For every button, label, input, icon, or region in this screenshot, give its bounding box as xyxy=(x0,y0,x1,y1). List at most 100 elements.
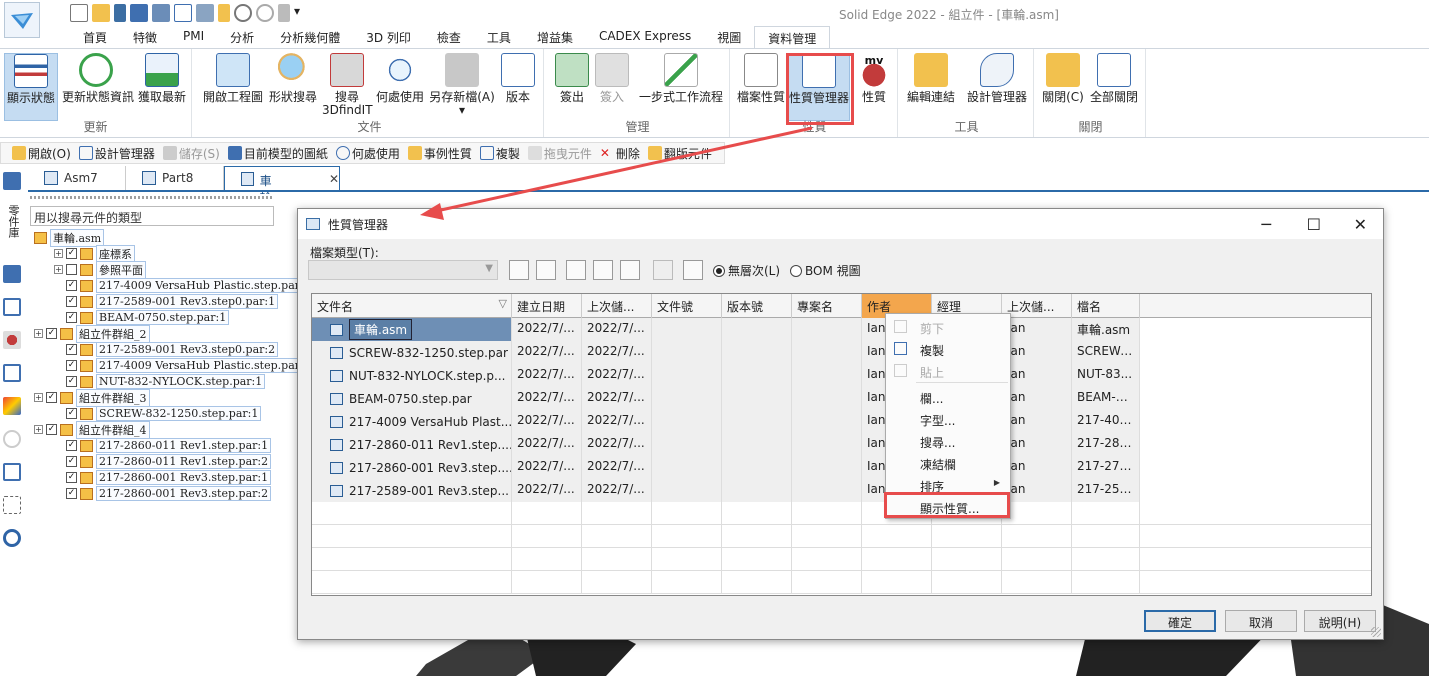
table-cell[interactable] xyxy=(722,364,792,387)
table-cell[interactable] xyxy=(652,364,722,387)
design-manager-command[interactable]: 設計管理器 xyxy=(76,145,158,162)
close-button[interactable]: 關閉(C) xyxy=(1040,53,1086,104)
tree-node[interactable]: + ✓ 組立件群組_2 xyxy=(34,324,150,343)
table-cell[interactable] xyxy=(652,433,722,456)
table-cell[interactable]: Ian xyxy=(1002,433,1072,456)
tab-3d-print[interactable]: 3D 列印 xyxy=(353,26,424,48)
save-tool-icon[interactable] xyxy=(509,260,529,280)
table-row[interactable]: 車輪.asm 2022/7/... 2022/7/... Ian Ian 車輪.asm xyxy=(312,318,1371,341)
column-header[interactable]: 文件號 xyxy=(652,294,722,318)
one-step-workflow-button[interactable]: 一步式工作流程 xyxy=(636,53,726,104)
table-cell[interactable] xyxy=(652,479,722,502)
tab-geometry-analysis[interactable]: 分析幾何體 xyxy=(267,26,353,48)
table-cell[interactable] xyxy=(722,410,792,433)
sensor-icon[interactable] xyxy=(3,331,21,349)
table-cell[interactable] xyxy=(652,318,722,341)
table-cell[interactable] xyxy=(792,410,862,433)
table-cell[interactable]: 車輪.asm xyxy=(312,318,512,341)
tree-node[interactable]: ✓ 217-4009 VersaHub Plastic.step.par xyxy=(54,278,304,293)
table-row[interactable]: NUT-832-NYLOCK.step.p... 2022/7/... 2022/7… xyxy=(312,364,1371,387)
customize-dropdown-icon[interactable]: ▾ xyxy=(294,4,304,22)
table-cell[interactable]: BEAM-0750.step.par xyxy=(312,387,512,410)
assembly-icon[interactable] xyxy=(3,265,21,283)
pathfinder-icon[interactable] xyxy=(3,172,21,190)
visibility-checkbox[interactable]: ✓ xyxy=(66,248,77,259)
visibility-checkbox[interactable]: ✓ xyxy=(46,424,57,435)
column-header[interactable]: 上次儲... xyxy=(1002,294,1072,318)
edit-tool-icon[interactable] xyxy=(683,260,703,280)
visibility-checkbox[interactable]: ✓ xyxy=(66,456,77,467)
3dfindit-button[interactable]: 搜尋 3DfindIT xyxy=(322,53,373,117)
visibility-checkbox[interactable]: ✓ xyxy=(66,280,77,291)
properties-icon[interactable] xyxy=(174,4,192,22)
repeat-icon[interactable] xyxy=(278,4,290,22)
table-cell[interactable]: 2022/7/... xyxy=(512,456,582,479)
tree-node[interactable]: ✓ 217-2860-001 Rev3.step.par:1 xyxy=(54,470,272,485)
layers-icon[interactable] xyxy=(3,364,21,382)
undo-tool-icon[interactable] xyxy=(653,260,673,280)
doc-tab-asm7[interactable]: Asm7 xyxy=(28,166,126,190)
open-folder-icon[interactable] xyxy=(92,4,110,22)
table-cell[interactable]: 2022/7/... xyxy=(512,364,582,387)
save-icon[interactable] xyxy=(130,4,148,22)
tree-node[interactable]: ✓ 217-2589-001 Rev3.step0.par:2 xyxy=(54,342,279,357)
table-cell[interactable] xyxy=(792,364,862,387)
tree-node[interactable]: ✓ BEAM-0750.step.par:1 xyxy=(54,310,230,325)
table-cell[interactable]: 2022/7/... xyxy=(512,410,582,433)
current-model-drawings-command[interactable]: 目前模型的圖紙 xyxy=(225,145,331,162)
camera-icon[interactable] xyxy=(3,463,21,481)
solid-edge-logo-icon[interactable] xyxy=(4,2,40,38)
column-header[interactable]: 建立日期 xyxy=(512,294,582,318)
tree-node[interactable]: ✓ 217-2860-011 Rev1.step.par:1 xyxy=(54,438,272,453)
help-icon[interactable] xyxy=(3,298,21,316)
tree-node[interactable]: ✓ 217-2860-001 Rev3.step.par:2 xyxy=(54,486,272,501)
table-cell[interactable] xyxy=(792,387,862,410)
tree-node[interactable]: + ✓ 組立件群組_3 xyxy=(34,388,150,407)
table-cell[interactable]: NUT-832-NYLOCK.step.p... xyxy=(312,364,512,387)
table-cell[interactable] xyxy=(722,433,792,456)
table-cell[interactable]: 217-4009 VersaHub Plast... xyxy=(312,410,512,433)
tab-view[interactable]: 視圖 xyxy=(704,26,754,48)
design-manager-button[interactable]: 設計管理器 xyxy=(964,53,1030,104)
resize-grip[interactable] xyxy=(1371,627,1381,637)
context-menu-item[interactable]: 剪下 xyxy=(886,316,1010,338)
tree-node[interactable]: ✓ 217-4009 VersaHub Plastic.step.par xyxy=(54,358,304,373)
tree-node[interactable]: ✓ SCREW-832-1250.step.par:1 xyxy=(54,406,262,421)
table-cell[interactable]: SCREW-832-1250.step.par xyxy=(312,341,512,364)
cut-tool-icon[interactable] xyxy=(566,260,586,280)
context-menu-item[interactable]: 欄... xyxy=(886,386,1010,408)
ok-button[interactable]: 確定 xyxy=(1144,610,1216,632)
file-properties-button[interactable]: 檔案性質 xyxy=(736,53,786,104)
context-menu-item[interactable]: 搜尋... xyxy=(886,430,1010,452)
visibility-checkbox[interactable]: ✓ xyxy=(46,328,57,339)
table-cell[interactable]: Ian xyxy=(1002,364,1072,387)
check-in-button[interactable]: 簽入 xyxy=(594,53,630,104)
table-cell[interactable]: 2022/7/... xyxy=(512,318,582,341)
table-cell[interactable] xyxy=(652,341,722,364)
tree-node[interactable]: ✓ 217-2589-001 Rev3.step0.par:1 xyxy=(54,294,279,309)
delete-command[interactable]: ✕ 刪除 xyxy=(597,145,643,162)
visibility-checkbox[interactable]: ✓ xyxy=(66,472,77,483)
table-cell[interactable]: NUT-83... xyxy=(1072,364,1140,387)
tree-node[interactable]: ✓ 217-2860-011 Rev1.step.par:2 xyxy=(54,454,272,469)
column-header[interactable]: 檔名 xyxy=(1072,294,1140,318)
settings-gear-icon[interactable] xyxy=(3,529,21,547)
structure-icon[interactable] xyxy=(3,496,21,514)
tree-node[interactable]: ✓ NUT-832-NYLOCK.step.par:1 xyxy=(54,374,266,389)
table-cell[interactable]: 2022/7/... xyxy=(582,387,652,410)
visibility-checkbox[interactable]: ✓ xyxy=(66,408,77,419)
tree-node[interactable]: + ✓ 座標系 xyxy=(54,244,135,263)
table-cell[interactable] xyxy=(722,387,792,410)
component-search-input[interactable]: 用以搜尋元件的類型 xyxy=(30,206,274,226)
cancel-button[interactable]: 取消 xyxy=(1225,610,1297,632)
table-cell[interactable]: 2022/7/... xyxy=(512,341,582,364)
doc-tab-wheel-asm[interactable]: 車輪.asm✕ xyxy=(224,166,340,205)
check-out-button[interactable]: 簽出 xyxy=(554,53,590,104)
notebook-icon[interactable] xyxy=(218,4,230,22)
save-as-button[interactable]: 另存新檔(A) ▾ xyxy=(428,53,496,117)
print-icon[interactable] xyxy=(196,4,214,22)
copy-tool-icon[interactable] xyxy=(593,260,613,280)
radio-bom-view[interactable]: BOM 視圖 xyxy=(790,262,861,279)
table-cell[interactable]: 217-276... xyxy=(1072,456,1140,479)
column-header[interactable]: 上次儲... xyxy=(582,294,652,318)
